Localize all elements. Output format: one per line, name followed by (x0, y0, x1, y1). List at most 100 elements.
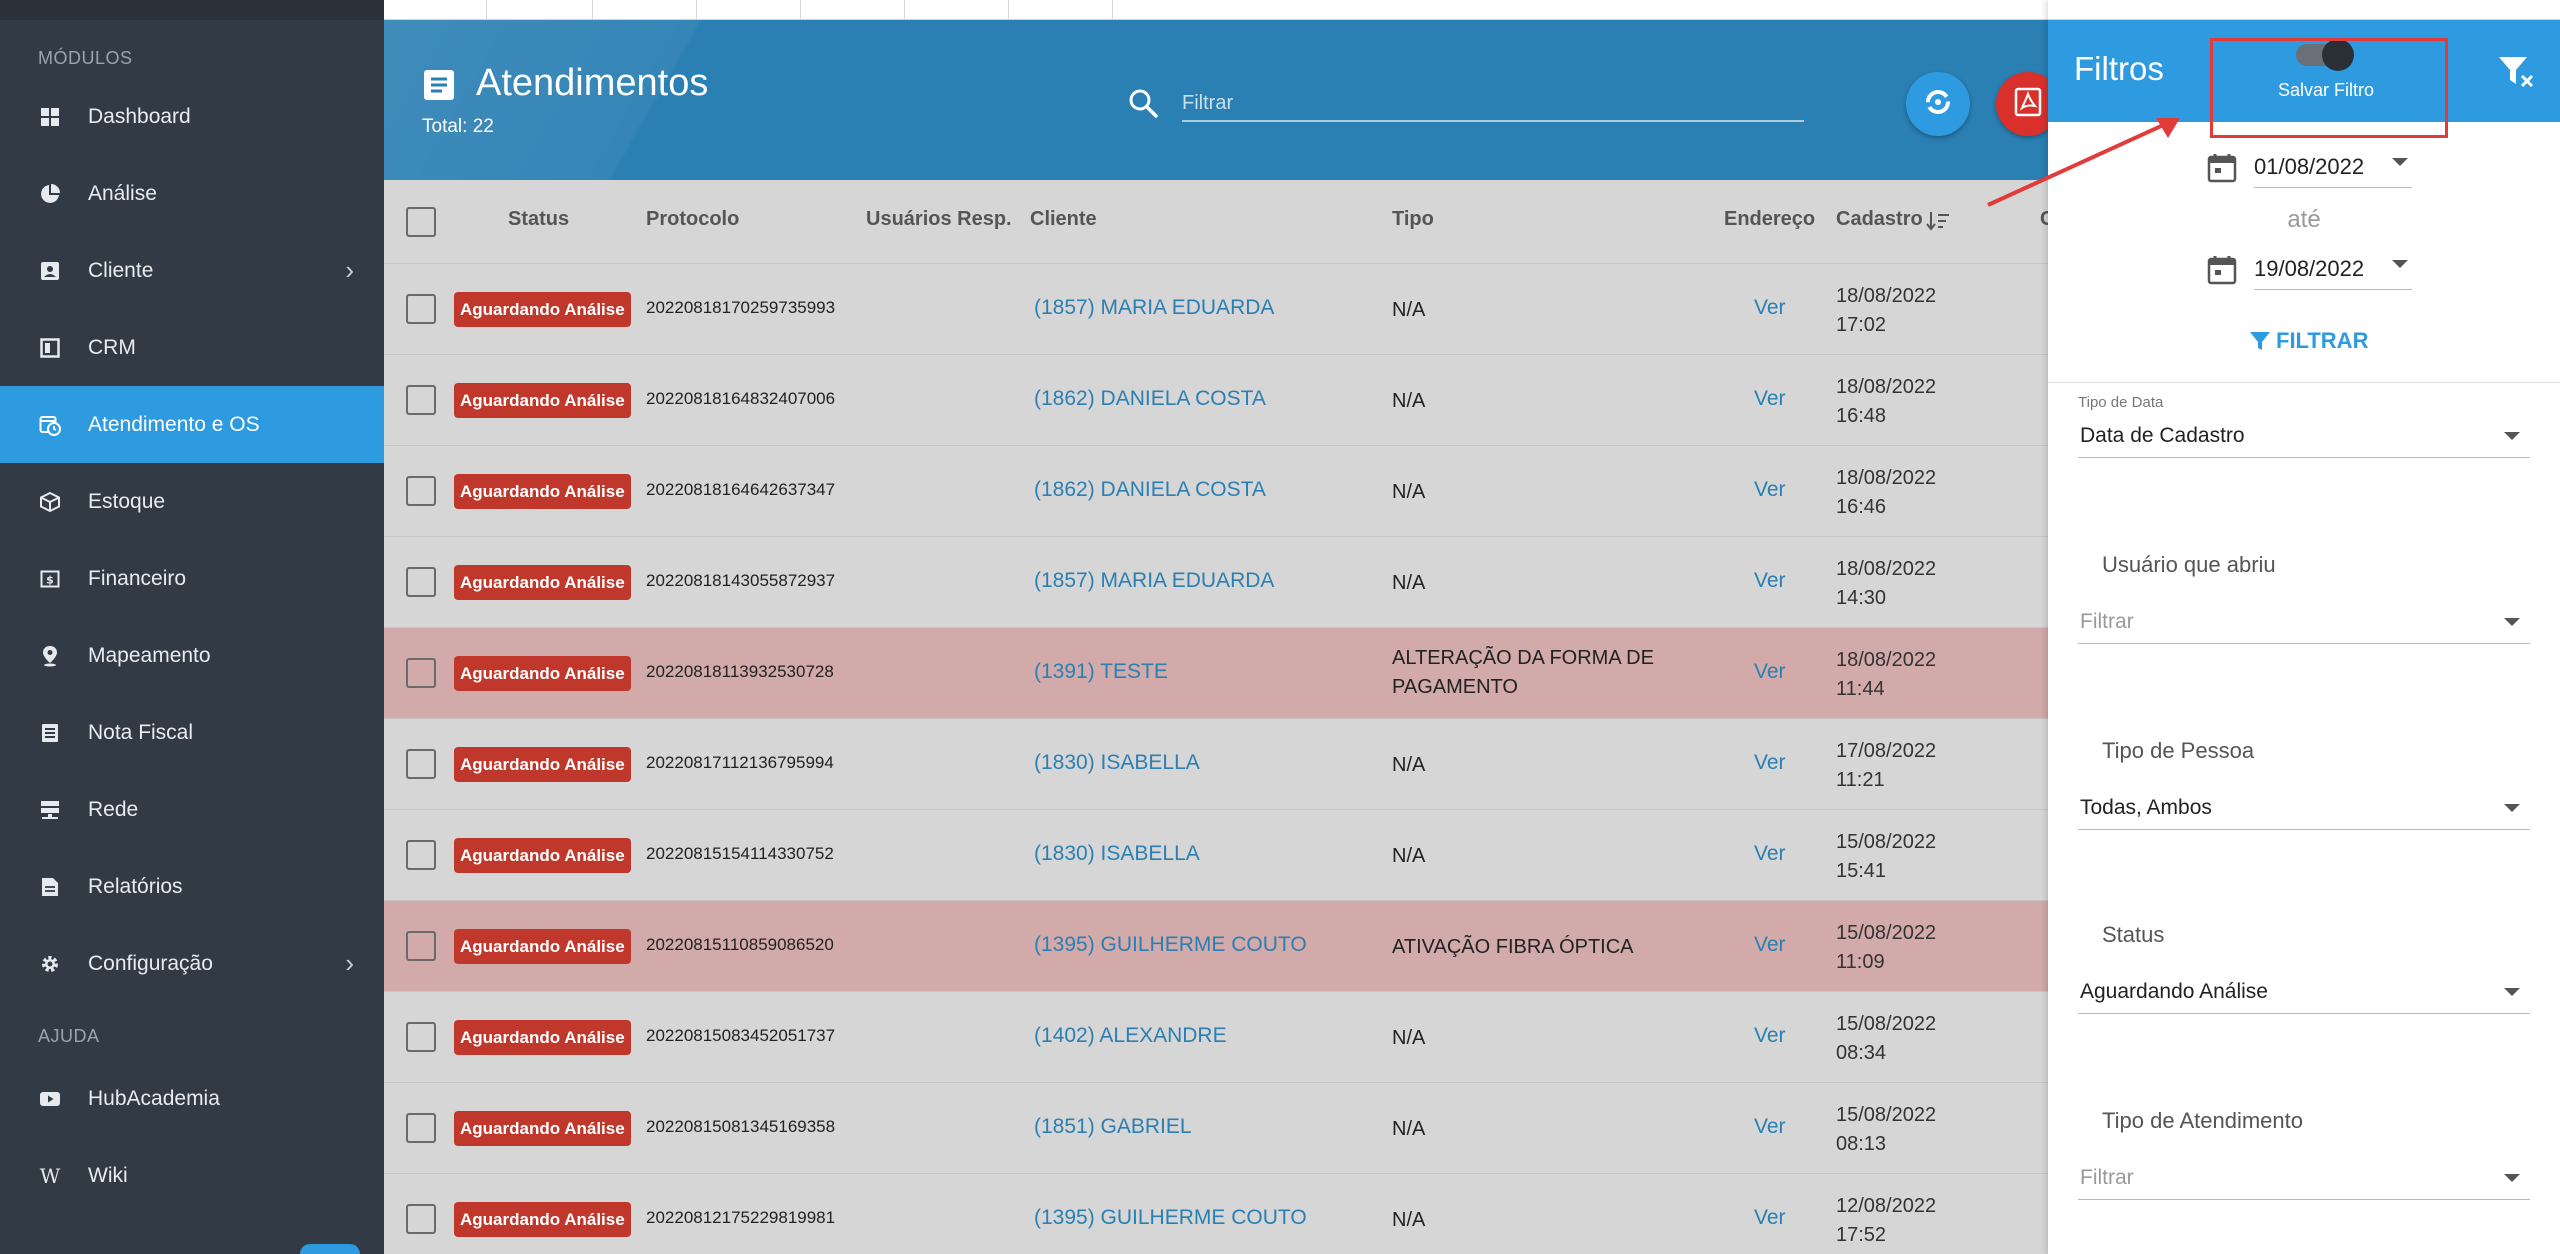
clear-filter-icon[interactable] (2496, 52, 2536, 92)
row-checkbox[interactable] (406, 658, 436, 688)
receipt-icon (38, 721, 62, 745)
filter-divider (2048, 382, 2560, 383)
table-row[interactable]: Aguardando Análise 20220818164832407006 (1… (384, 355, 2048, 446)
table-row[interactable]: Aguardando Análise 20220815154114330752 (1… (384, 810, 2048, 901)
sidebar-item-hubacademia[interactable]: HubAcademia (0, 1060, 384, 1137)
sidebar-item-atendimento[interactable]: Atendimento e OS (0, 386, 384, 463)
export-pdf-button[interactable] (1996, 72, 2048, 136)
sidebar-item-configuracao[interactable]: Configuração › (0, 925, 384, 1002)
cliente-link[interactable]: (1851) GABRIEL (1034, 1115, 1192, 1139)
usuario-select[interactable]: Filtrar (2078, 600, 2530, 644)
table-row[interactable]: Aguardando Análise 20220818164642637347 (1… (384, 446, 2048, 537)
refresh-icon (1922, 86, 1954, 123)
list-document-icon (424, 70, 454, 100)
sidebar-item-crm[interactable]: CRM (0, 309, 384, 386)
cliente-link[interactable]: (1395) GUILHERME COUTO (1034, 1206, 1307, 1230)
endereco-link[interactable]: Ver (1754, 569, 1786, 593)
date-from-field[interactable]: 01/08/2022 (2254, 148, 2412, 188)
cadastro-cell: 15/08/2022 15:41 (1836, 828, 1936, 886)
sidebar-item-wiki[interactable]: W Wiki (0, 1137, 384, 1214)
cliente-link[interactable]: (1857) MARIA EDUARDA (1034, 296, 1274, 320)
column-endereco[interactable]: Endereço (1724, 208, 1815, 231)
endereco-link[interactable]: Ver (1754, 933, 1786, 957)
endereco-link[interactable]: Ver (1754, 1206, 1786, 1230)
search-input[interactable] (1182, 82, 1804, 122)
tipo-atendimento-select[interactable]: Filtrar (2078, 1156, 2530, 1200)
cliente-link[interactable]: (1402) ALEXANDRE (1034, 1024, 1227, 1048)
table-row[interactable]: Aguardando Análise 20220815110859086520 (1… (384, 901, 2048, 992)
endereco-link[interactable]: Ver (1754, 1024, 1786, 1048)
column-cadastro[interactable]: Cadastro (1836, 208, 1923, 231)
endereco-link[interactable]: Ver (1754, 660, 1786, 684)
column-tipo[interactable]: Tipo (1392, 208, 1434, 231)
filter-icon (2248, 329, 2272, 353)
tipo-pessoa-select[interactable]: Todas, Ambos (2078, 786, 2530, 830)
endereco-link[interactable]: Ver (1754, 1115, 1786, 1139)
tipo-cell: N/A (1392, 299, 1426, 321)
sidebar-bottom-pill (300, 1244, 360, 1254)
protocolo-cell: 20220818164832407006 (646, 389, 836, 408)
calendar-icon[interactable] (2206, 152, 2238, 184)
table-row[interactable]: Aguardando Análise 20220818170259735993 (1… (384, 264, 2048, 355)
endereco-link[interactable]: Ver (1754, 296, 1786, 320)
sidebar-item-mapeamento[interactable]: Mapeamento (0, 617, 384, 694)
cadastro-cell: 12/08/2022 17:52 (1836, 1192, 1936, 1250)
cliente-link[interactable]: (1862) DANIELA COSTA (1034, 387, 1266, 411)
row-checkbox[interactable] (406, 931, 436, 961)
cliente-link[interactable]: (1391) TESTE (1034, 660, 1168, 684)
row-checkbox[interactable] (406, 294, 436, 324)
column-status[interactable]: Status (508, 208, 569, 231)
row-checkbox[interactable] (406, 385, 436, 415)
row-checkbox[interactable] (406, 476, 436, 506)
endereco-link[interactable]: Ver (1754, 387, 1786, 411)
sidebar-item-cliente[interactable]: Cliente › (0, 232, 384, 309)
server-icon (38, 798, 62, 822)
sidebar-item-rede[interactable]: Rede (0, 771, 384, 848)
top-tabs-strip (384, 0, 2048, 20)
sidebar-item-analise[interactable]: Análise (0, 155, 384, 232)
calendar-icon[interactable] (2206, 254, 2238, 286)
sidebar-item-nota-fiscal[interactable]: Nota Fiscal (0, 694, 384, 771)
table-row[interactable]: Aguardando Análise 20220815081345169358 (1… (384, 1083, 2048, 1174)
refresh-button[interactable] (1906, 72, 1970, 136)
select-all-checkbox[interactable] (406, 207, 436, 237)
cadastro-time: 17:02 (1836, 314, 1887, 336)
endereco-link[interactable]: Ver (1754, 751, 1786, 775)
row-checkbox[interactable] (406, 1204, 436, 1234)
table-row[interactable]: Aguardando Análise 20220818143055872937 (1… (384, 537, 2048, 628)
status-badge: Aguardando Análise (454, 1111, 631, 1146)
cliente-link[interactable]: (1857) MARIA EDUARDA (1034, 569, 1274, 593)
row-checkbox[interactable] (406, 567, 436, 597)
date-to-field[interactable]: 19/08/2022 (2254, 250, 2412, 290)
endereco-link[interactable]: Ver (1754, 478, 1786, 502)
sidebar-item-dashboard[interactable]: Dashboard (0, 78, 384, 155)
column-usuarios[interactable]: Usuários Resp. (866, 208, 1012, 231)
column-cliente[interactable]: Cliente (1030, 208, 1097, 231)
save-filter-highlight-box (2210, 38, 2448, 138)
cadastro-time: 08:13 (1836, 1133, 1887, 1155)
chevron-down-icon (2504, 804, 2520, 812)
cliente-link[interactable]: (1830) ISABELLA (1034, 751, 1200, 775)
apply-filter-button[interactable]: FILTRAR (2248, 328, 2368, 354)
row-checkbox[interactable] (406, 1113, 436, 1143)
chevron-down-icon (2504, 988, 2520, 996)
table-row[interactable]: Aguardando Análise 20220812175229819981 (1… (384, 1174, 2048, 1254)
sidebar-item-estoque[interactable]: Estoque (0, 463, 384, 540)
column-protocolo[interactable]: Protocolo (646, 208, 739, 231)
cliente-link[interactable]: (1395) GUILHERME COUTO (1034, 933, 1307, 957)
table-row[interactable]: Aguardando Análise 20220818113932530728 (1… (384, 628, 2048, 719)
table-row[interactable]: Aguardando Análise 20220815083452051737 (1… (384, 992, 2048, 1083)
cliente-link[interactable]: (1830) ISABELLA (1034, 842, 1200, 866)
sidebar-item-financeiro[interactable]: $ Financeiro (0, 540, 384, 617)
sidebar-item-relatorios[interactable]: Relatórios (0, 848, 384, 925)
row-checkbox[interactable] (406, 1022, 436, 1052)
table-row[interactable]: Aguardando Análise 20220817112136795994 (1… (384, 719, 2048, 810)
endereco-link[interactable]: Ver (1754, 842, 1786, 866)
cliente-link[interactable]: (1862) DANIELA COSTA (1034, 478, 1266, 502)
row-checkbox[interactable] (406, 749, 436, 779)
status-select[interactable]: Aguardando Análise (2078, 970, 2530, 1014)
column-extra[interactable]: C (2040, 208, 2048, 231)
tipo-data-select[interactable]: Data de Cadastro (2078, 414, 2530, 458)
row-checkbox[interactable] (406, 840, 436, 870)
sort-desc-icon[interactable] (1926, 210, 1950, 237)
